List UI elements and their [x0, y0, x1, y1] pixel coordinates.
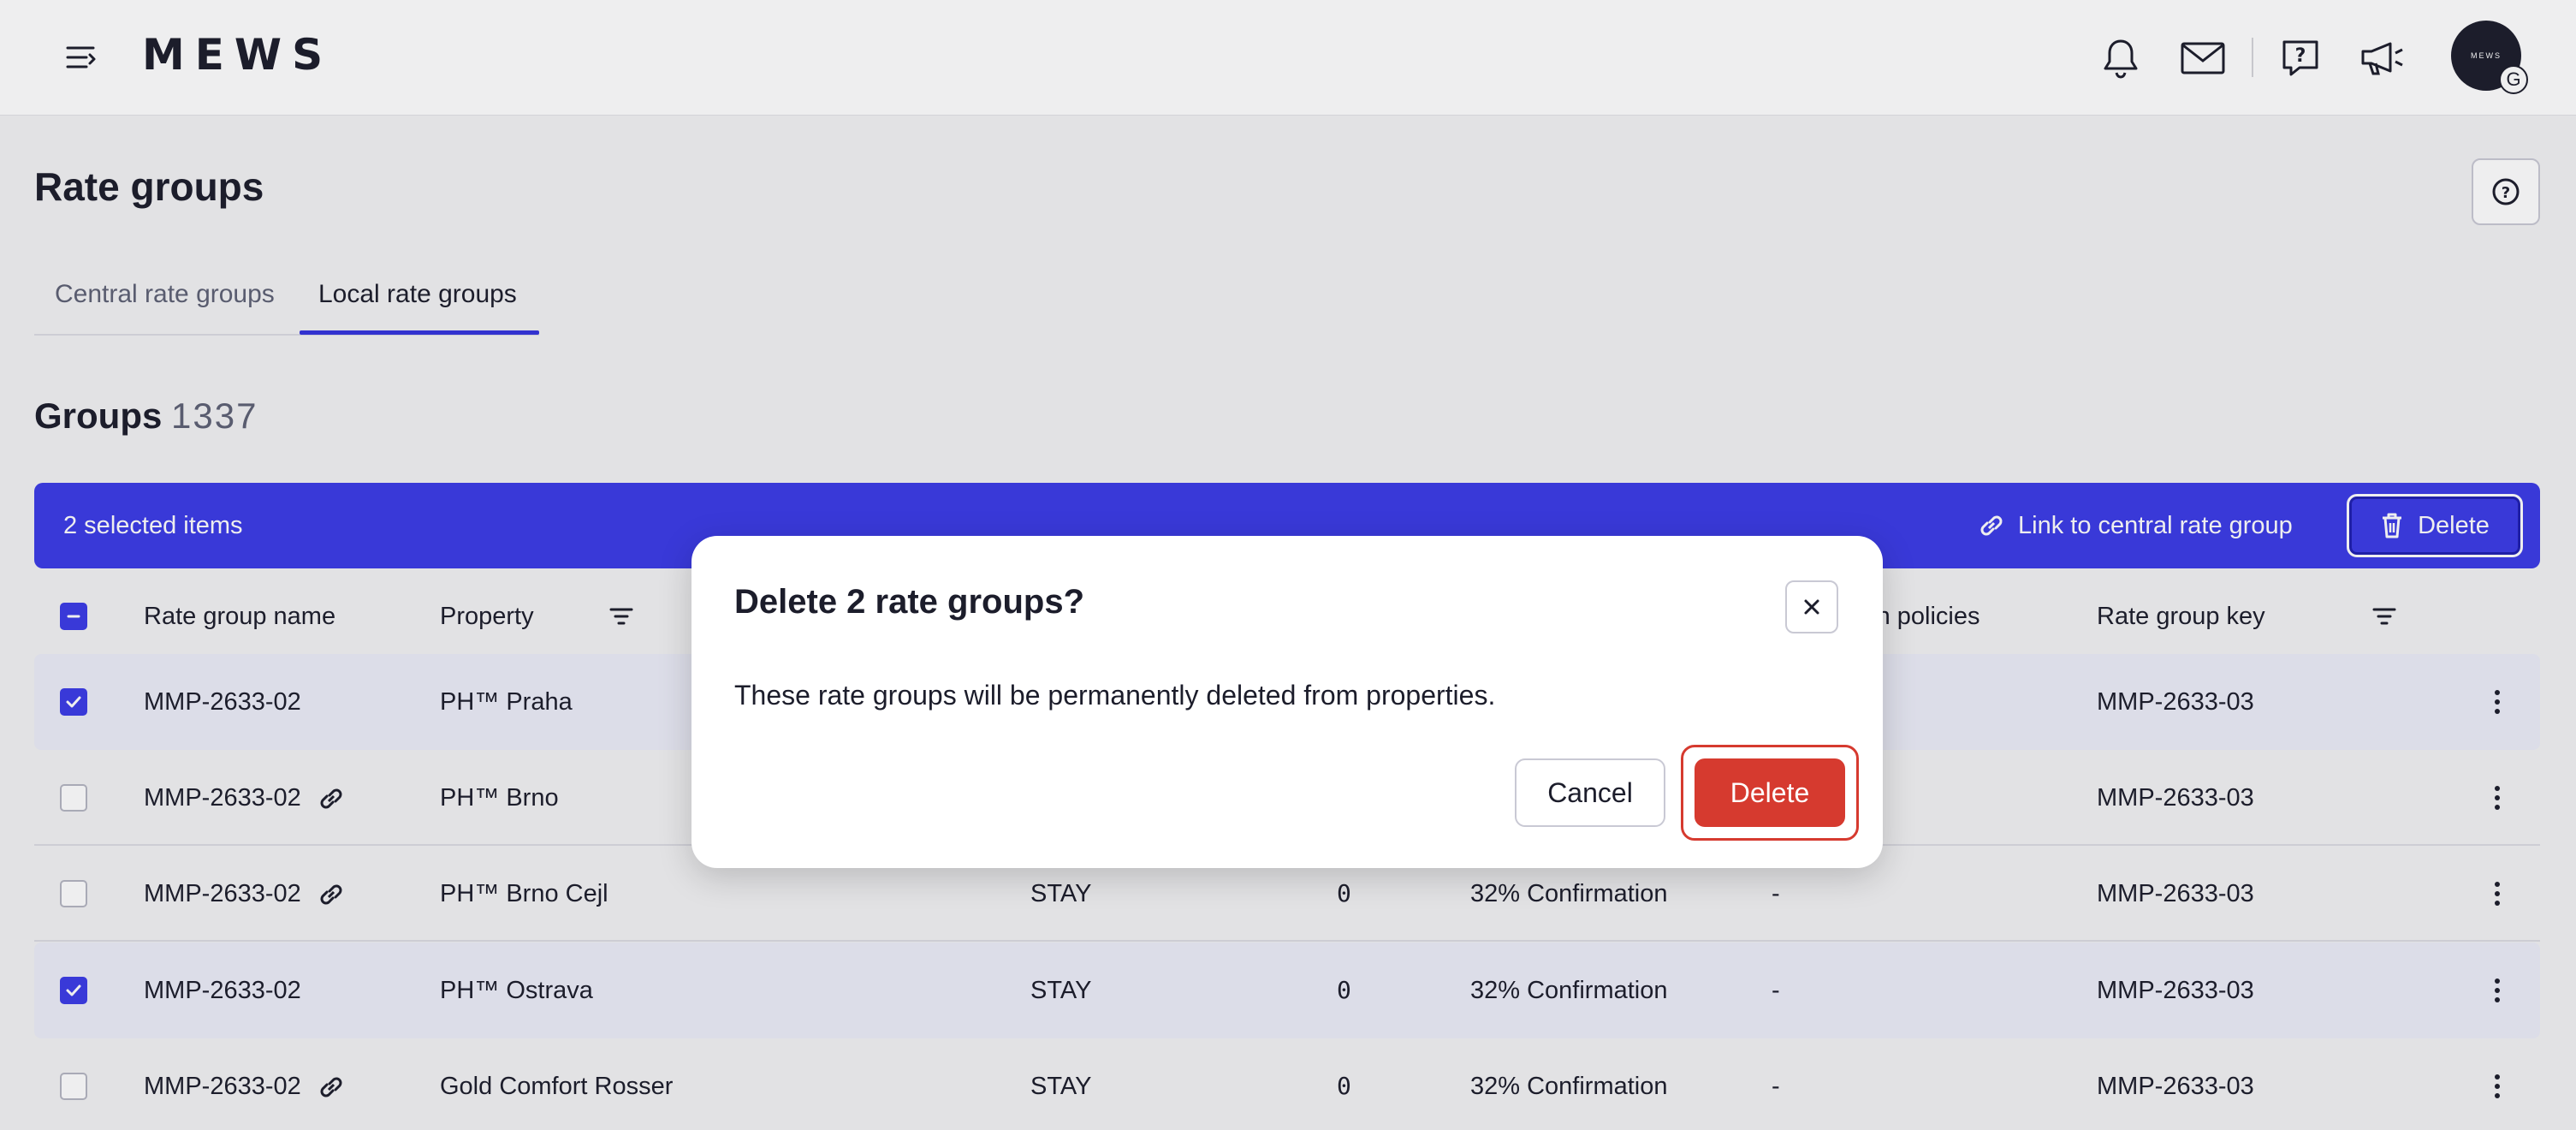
cancel-button[interactable]: Cancel — [1515, 758, 1665, 827]
confirm-delete-button[interactable]: Delete — [1695, 758, 1845, 827]
close-icon — [1804, 599, 1819, 615]
delete-confirmation-dialog: Delete 2 rate groups? These rate groups … — [691, 536, 1883, 868]
close-button[interactable] — [1785, 580, 1838, 633]
dialog-message: These rate groups will be permanently de… — [734, 680, 1496, 711]
dialog-title: Delete 2 rate groups? — [734, 583, 1085, 621]
